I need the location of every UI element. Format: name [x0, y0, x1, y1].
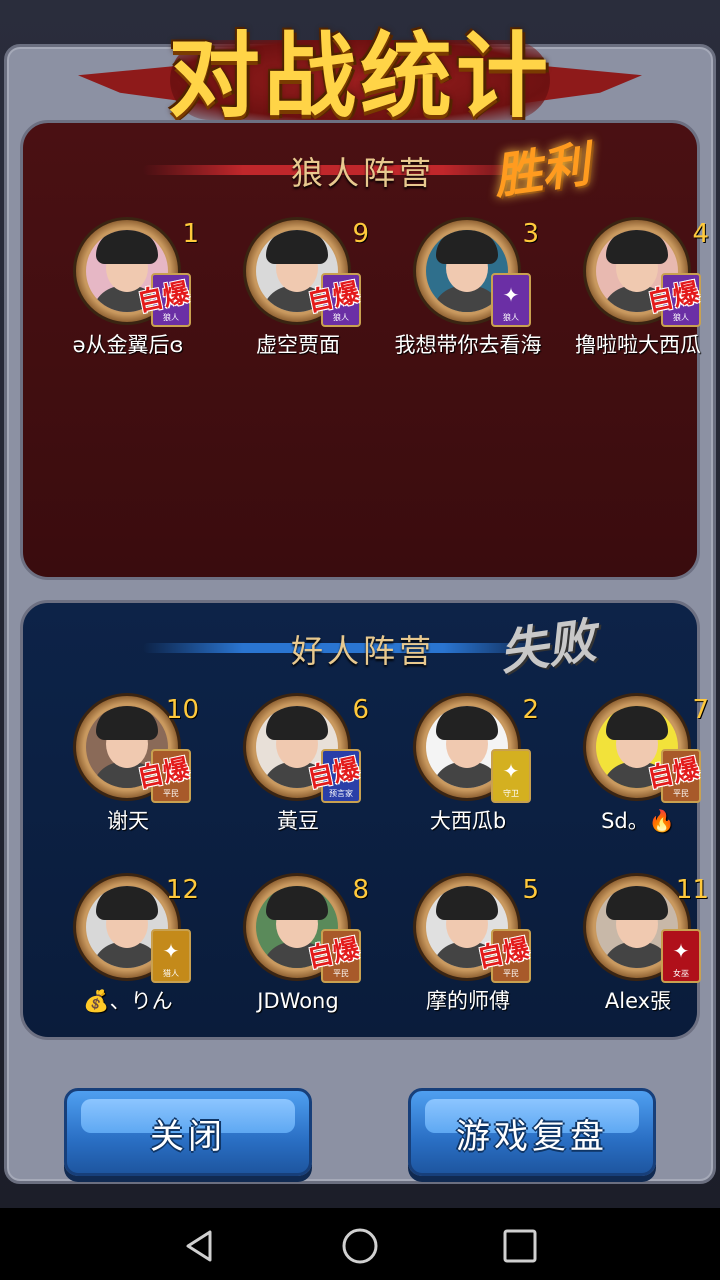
player-name: 💰、りん [83, 989, 173, 1013]
role-label: 女巫 [673, 969, 689, 978]
player-name: 摩的师傅 [426, 989, 510, 1013]
role-emblem-icon: ✦ [502, 283, 520, 307]
player-name: JDWong [257, 989, 339, 1013]
avatar-hair-shape [606, 886, 668, 920]
player-name: 谢天 [107, 809, 149, 833]
player-card[interactable]: 6 ✦ 预言家 自爆 黃豆 [213, 693, 373, 863]
player-name: 撸啦啦大西瓜 [575, 333, 701, 357]
seat-number: 7 [692, 695, 709, 725]
recent-apps-icon[interactable] [500, 1226, 540, 1266]
player-card[interactable]: 10 ✦ 平民 自爆 谢天 [43, 693, 203, 863]
wolf-camp-name: 狼人阵营 [290, 154, 435, 192]
avatar-hair-shape [436, 230, 498, 264]
avatar-hair-shape [96, 706, 158, 740]
avatar-hair-shape [266, 706, 328, 740]
role-label: 狼人 [503, 313, 519, 322]
seat-number: 2 [522, 695, 539, 725]
seat-number: 10 [165, 695, 199, 725]
player-card[interactable]: 1 ✦ 狼人 自爆 ə从金翼后ɞ [43, 217, 203, 387]
player-card[interactable]: 5 ✦ 平民 自爆 摩的师傅 [383, 873, 543, 1043]
seat-number: 6 [352, 695, 369, 725]
role-emblem-icon: ✦ [502, 759, 520, 783]
avatar-hair-shape [436, 706, 498, 740]
wolf-camp-panel: 狼人阵营 胜利 1 ✦ 狼人 自爆 ə从金翼后ɞ 9 ✦ 狼人 自爆 虚空贾面 3 ✦ 狼人我想带你去看… [20, 120, 709, 580]
player-card[interactable]: 2 ✦ 守卫大西瓜b [383, 693, 543, 863]
good-camp-result: 失败 [496, 612, 600, 682]
role-card: ✦ 女巫 [661, 929, 701, 983]
seat-number: 4 [692, 219, 709, 249]
player-card[interactable]: 12 ✦ 猎人 💰、りん [43, 873, 203, 1043]
avatar-hair-shape [96, 886, 158, 920]
player-card[interactable]: 3 ✦ 狼人我想带你去看海 [383, 217, 543, 387]
avatar-hair-shape [96, 230, 158, 264]
role-card: ✦ 猎人 [151, 929, 191, 983]
player-card[interactable]: 4 ✦ 狼人 自爆 撸啦啦大西瓜 [553, 217, 713, 387]
seat-number: 5 [522, 875, 539, 905]
avatar-hair-shape [606, 230, 668, 264]
role-label: 守卫 [503, 789, 519, 798]
player-card[interactable]: 9 ✦ 狼人 自爆 虚空贾面 [213, 217, 373, 387]
home-icon[interactable] [340, 1226, 380, 1266]
close-button-label: 关闭 [150, 1117, 226, 1157]
player-name: 虚空贾面 [256, 333, 340, 357]
player-name: ə从金翼后ɞ [72, 333, 184, 357]
system-nav-bar [0, 1208, 720, 1280]
player-name: 大西瓜b [429, 809, 507, 833]
seat-number: 8 [352, 875, 369, 905]
avatar-hair-shape [606, 706, 668, 740]
seat-number: 12 [165, 875, 199, 905]
replay-button-label: 游戏复盘 [456, 1117, 608, 1157]
role-label: 猎人 [163, 969, 179, 978]
player-name: 黃豆 [277, 809, 319, 833]
seat-number: 11 [675, 875, 709, 905]
replay-button[interactable]: 游戏复盘 [408, 1088, 656, 1176]
seat-number: 9 [352, 219, 369, 249]
wolf-camp-result: 胜利 [490, 136, 594, 206]
seat-number: 3 [522, 219, 539, 249]
player-card[interactable]: 8 ✦ 平民 自爆 JDWong [213, 873, 373, 1043]
seat-number: 1 [182, 219, 199, 249]
player-name: Sd。🔥 [601, 809, 675, 833]
role-emblem-icon: ✦ [162, 939, 180, 963]
avatar-hair-shape [266, 230, 328, 264]
player-card[interactable]: 11 ✦ 女巫 Alex張 [553, 873, 713, 1043]
player-card[interactable]: 7 ✦ 平民 自爆 Sd。🔥 [553, 693, 713, 863]
good-camp-name: 好人阵营 [290, 632, 435, 670]
role-emblem-icon: ✦ [672, 939, 690, 963]
player-name: 我想带你去看海 [394, 333, 542, 357]
avatar-hair-shape [436, 886, 498, 920]
role-card: ✦ 狼人 [491, 273, 531, 327]
good-camp-panel: 好人阵营 失败 10 ✦ 平民 自爆 谢天 6 ✦ 预言家 自爆 黃豆 2 ✦ 守卫 大西瓜b 7 ✦ 平民 自爆… [20, 600, 709, 1043]
avatar-hair-shape [266, 886, 328, 920]
back-icon[interactable] [180, 1226, 220, 1266]
player-name: Alex張 [604, 989, 672, 1013]
role-card: ✦ 守卫 [491, 749, 531, 803]
close-button[interactable]: 关闭 [64, 1088, 312, 1176]
page-title: 对战统计 [167, 22, 552, 130]
